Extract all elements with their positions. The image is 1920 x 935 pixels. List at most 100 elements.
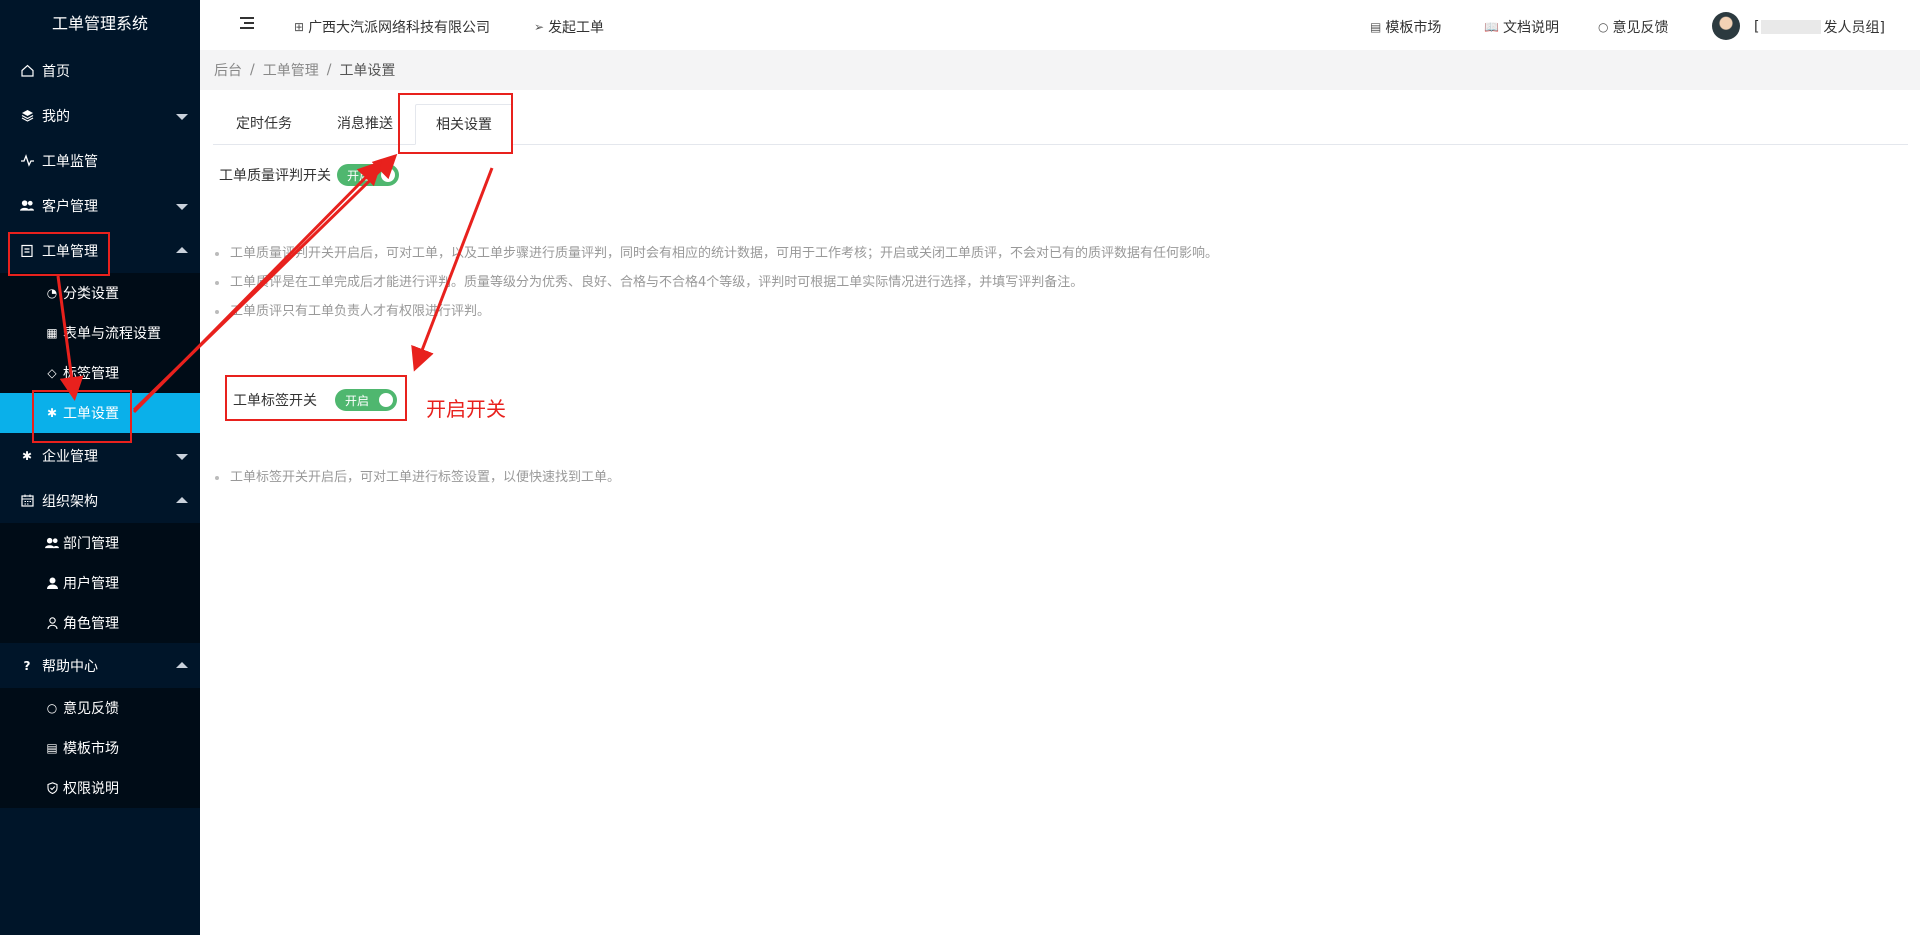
app-logo-title: 工单管理系统 [51, 14, 148, 33]
nav-home-label: 首页 [42, 63, 70, 80]
sub-feedback[interactable]: ○ 意见反馈 [0, 688, 200, 728]
org-submenu: 部门管理 用户管理 角色管理 [0, 523, 200, 643]
nav-help[interactable]: ? 帮助中心 [0, 643, 200, 688]
quality-switch-row: 工单质量评判开关 开启 [219, 164, 399, 186]
nav-enterprise-label: 企业管理 [42, 448, 98, 465]
nav-help-label: 帮助中心 [42, 658, 98, 675]
template-market-link[interactable]: ▤ 模板市场 [1370, 17, 1441, 37]
create-ticket-label: 发起工单 [548, 20, 605, 36]
nav-customer[interactable]: 客户管理 [0, 183, 200, 228]
redacted-name [1761, 20, 1822, 34]
sub-permission[interactable]: 权限说明 [0, 768, 200, 808]
quality-notes: 工单质量评判开关开启后，可对工单，以及工单步骤进行质量评判，同时会有相应的统计数… [213, 239, 1218, 326]
breadcrumb-home[interactable]: 后台 [214, 60, 242, 80]
nav-mine-label: 我的 [42, 108, 70, 125]
breadcrumb-separator: / [326, 62, 332, 78]
book-icon: 📖 [1484, 20, 1499, 34]
nav-org[interactable]: 组织架构 [0, 478, 200, 523]
menu-toggle-icon[interactable] [240, 17, 254, 29]
quality-toggle[interactable]: 开启 [337, 164, 399, 186]
question-icon: ? [23, 658, 31, 673]
chevron-up-icon [176, 496, 188, 503]
tab-scheduled-tasks[interactable]: 定时任务 [213, 104, 315, 145]
breadcrumb: 后台 / 工单管理 / 工单设置 [200, 50, 1920, 90]
template-icon: ▤ [46, 741, 58, 755]
paper-plane-icon: ➢ [534, 20, 545, 34]
sub-role[interactable]: 角色管理 [0, 603, 200, 643]
chevron-up-icon [176, 661, 188, 668]
top-header: ⊞ 广西大汽派网络科技有限公司 ➢ 发起工单 ▤ 模板市场 📖 文档说明 ○ 意… [200, 0, 1920, 50]
sub-role-label: 角色管理 [63, 616, 119, 632]
user-outline-icon [45, 617, 59, 629]
chat-icon: ○ [46, 701, 58, 715]
highlight-box-related-tab [398, 93, 513, 154]
breadcrumb-ticket-manage[interactable]: 工单管理 [263, 60, 319, 80]
users-icon [20, 199, 34, 213]
sub-tag-manage[interactable]: ◇ 标签管理 [0, 353, 200, 393]
help-submenu: ○ 意见反馈 ▤ 模板市场 权限说明 [0, 688, 200, 808]
layers-icon [20, 109, 34, 123]
shield-icon [45, 782, 59, 794]
nav-customer-label: 客户管理 [42, 198, 98, 215]
template-market-label: 模板市场 [1385, 20, 1442, 36]
nav-home[interactable]: 首页 [0, 48, 200, 93]
highlight-box-tag-switch [225, 375, 407, 421]
tag-icon: ◇ [47, 366, 57, 380]
user-icon [45, 577, 59, 589]
sidebar: 工单管理系统 首页 我的 工单监管 客户管理 工单管理 ◔ 分类设置 ▦ 表单与… [0, 0, 200, 935]
sub-department[interactable]: 部门管理 [0, 523, 200, 563]
sub-category-settings-label: 分类设置 [63, 286, 119, 302]
sub-form-flow-settings[interactable]: ▦ 表单与流程设置 [0, 313, 200, 353]
highlight-box-ticket-manage [8, 232, 110, 276]
user-name-prefix: [ [1754, 19, 1760, 35]
table-icon: ▦ [46, 326, 58, 340]
list-item: 工单标签开关开启后，可对工单进行标签设置，以便快速找到工单。 [213, 463, 620, 492]
avatar[interactable] [1712, 12, 1740, 40]
sub-department-label: 部门管理 [63, 536, 119, 552]
home-icon [20, 64, 34, 78]
template-icon: ▤ [1370, 20, 1382, 34]
feedback-link[interactable]: ○ 意见反馈 [1598, 17, 1668, 37]
company-name: 广西大汽派网络科技有限公司 [308, 20, 491, 36]
tag-notes: 工单标签开关开启后，可对工单进行标签设置，以便快速找到工单。 [213, 463, 620, 492]
chevron-down-icon [176, 203, 188, 210]
chevron-up-icon [176, 246, 188, 253]
sub-template-market[interactable]: ▤ 模板市场 [0, 728, 200, 768]
highlight-box-ticket-settings [32, 390, 132, 443]
user-menu[interactable]: [ 发人员组] [1754, 17, 1885, 37]
toggle-knob [381, 168, 395, 182]
gear-icon: ✱ [21, 448, 33, 463]
sub-category-settings[interactable]: ◔ 分类设置 [0, 273, 200, 313]
chevron-down-icon [176, 453, 188, 460]
docs-label: 文档说明 [1502, 20, 1559, 36]
quality-switch-label: 工单质量评判开关 [219, 168, 331, 184]
users-icon [45, 537, 59, 549]
pulse-icon [20, 154, 34, 168]
sub-feedback-label: 意见反馈 [63, 701, 119, 717]
list-item: 工单质量评判开关开启后，可对工单，以及工单步骤进行质量评判，同时会有相应的统计数… [213, 239, 1218, 268]
user-name-suffix: 发人员组] [1823, 20, 1885, 36]
create-ticket-button[interactable]: ➢ 发起工单 [534, 17, 604, 37]
sub-user-label: 用户管理 [63, 576, 119, 592]
sub-permission-label: 权限说明 [63, 781, 119, 797]
breadcrumb-current: 工单设置 [339, 63, 396, 79]
sub-template-market-label: 模板市场 [63, 741, 119, 757]
list-item: 工单质评只有工单负责人才有权限进行评判。 [213, 297, 1218, 326]
sub-tag-manage-label: 标签管理 [63, 366, 119, 382]
calendar-icon [20, 494, 34, 508]
chat-icon: ○ [1598, 20, 1609, 34]
company-switcher[interactable]: ⊞ 广西大汽派网络科技有限公司 [294, 17, 490, 37]
nav-ticket-monitor-label: 工单监管 [42, 153, 98, 170]
docs-link[interactable]: 📖 文档说明 [1484, 17, 1559, 37]
nav-org-label: 组织架构 [42, 493, 98, 510]
apps-icon: ⊞ [294, 20, 305, 34]
chevron-down-icon [176, 113, 188, 120]
annotation-text: 开启开关 [426, 397, 506, 421]
nav-mine[interactable]: 我的 [0, 93, 200, 138]
breadcrumb-separator: / [250, 62, 255, 78]
feedback-label: 意见反馈 [1612, 20, 1669, 36]
nav-ticket-monitor[interactable]: 工单监管 [0, 138, 200, 183]
sub-user[interactable]: 用户管理 [0, 563, 200, 603]
dashboard-icon: ◔ [46, 286, 58, 300]
quality-toggle-text: 开启 [347, 168, 372, 183]
